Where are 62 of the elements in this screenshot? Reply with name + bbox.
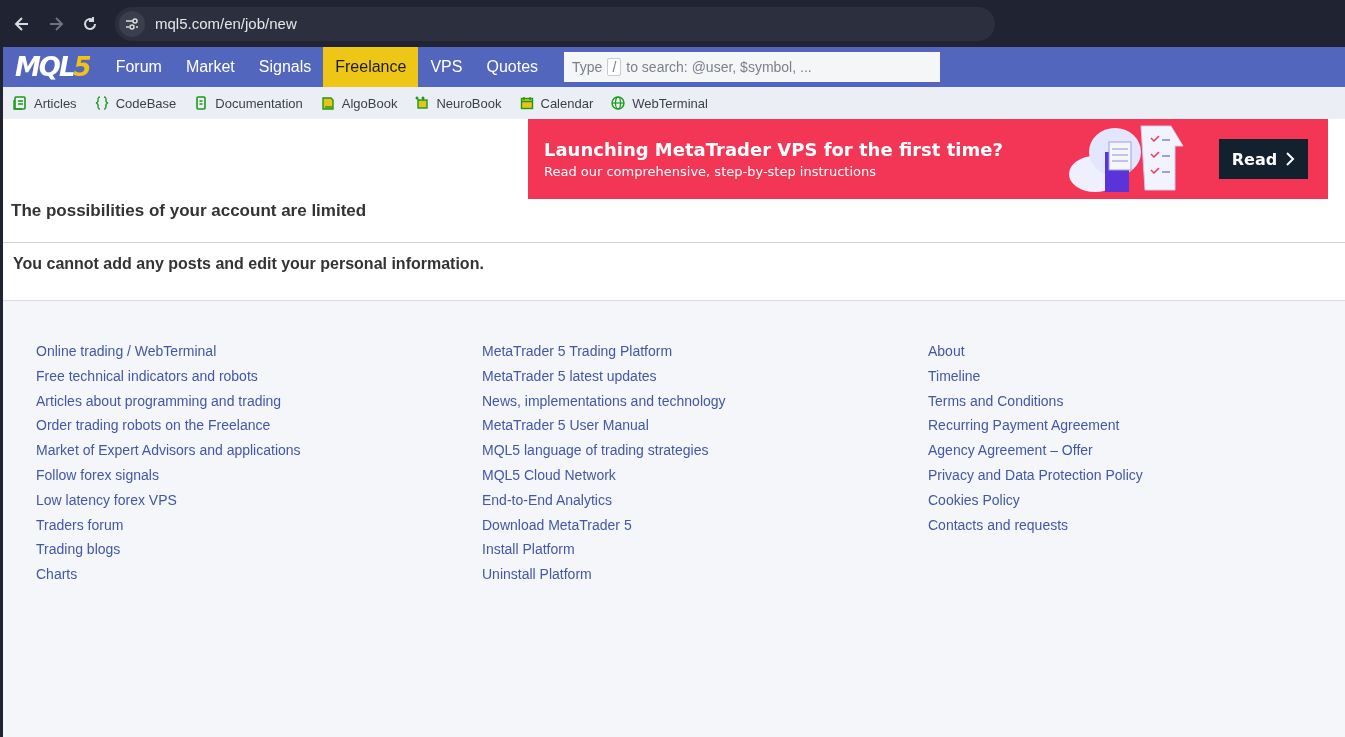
footer-link[interactable]: MQL5 language of trading strategies (482, 438, 928, 463)
nav-tab[interactable]: Freelance (323, 47, 419, 87)
footer-link[interactable]: Charts (36, 562, 482, 587)
search-field[interactable]: Type / to search: @user, $symbol, ... (564, 52, 941, 82)
subnav-link[interactable]: Articles (34, 95, 77, 111)
document-icon (194, 96, 209, 110)
reload-icon[interactable] (81, 14, 99, 33)
footer-link[interactable]: MetaTrader 5 latest updates (482, 363, 928, 389)
subnav-link[interactable]: WebTerminal (632, 95, 708, 111)
footer-link[interactable]: Order trading robots on the Freelance (36, 413, 482, 439)
footer-link[interactable]: Install Platform (482, 537, 928, 563)
footer-link[interactable]: Uninstall Platform (482, 562, 928, 587)
banner-title: Launching MetaTrader VPS for the first time? (544, 139, 1004, 160)
footer-link[interactable]: End-to-End Analytics (482, 487, 928, 513)
footer-link[interactable]: MetaTrader 5 Trading Platform (482, 339, 928, 364)
footer-link[interactable]: Cookies Policy (928, 487, 1345, 513)
site-settings-icon[interactable] (119, 10, 145, 37)
footer-link[interactable]: Market of Expert Advisors and applications (36, 438, 482, 463)
promo-banner[interactable]: Launching MetaTrader VPS for the first time? Read our comprehensive, step-by-step instructions Read (528, 119, 1328, 199)
mql5-logo[interactable]: MQL5 (15, 52, 90, 82)
footer-link[interactable]: Agency Agreement – Offer (928, 438, 1345, 463)
globe-icon (611, 96, 626, 110)
footer-link[interactable]: About (928, 339, 1345, 364)
footer-link[interactable]: Trading blogs (36, 537, 482, 563)
footer-link[interactable]: Contacts and requests (928, 512, 1345, 538)
notice-text: You cannot add any posts and edit your personal information. (12, 254, 485, 274)
footer-link[interactable]: Timeline (928, 363, 1345, 389)
footer-link[interactable]: MetaTrader 5 User Manual (482, 413, 928, 439)
subnav-link[interactable]: NeuroBook (436, 95, 502, 111)
footer-link[interactable]: News, implementations and technology (482, 388, 928, 414)
footer-link[interactable]: Terms and Conditions (928, 388, 1345, 414)
nav-tab[interactable]: Forum (103, 47, 174, 87)
footer-link[interactable]: Free technical indicators and robots (36, 363, 482, 389)
footer-link[interactable]: Download MetaTrader 5 (482, 512, 928, 538)
footer-link[interactable]: MQL5 Cloud Network (482, 463, 928, 488)
subnav-link[interactable]: AlgoBook (341, 95, 398, 111)
page-heading: The possibilities of your account are limited (11, 201, 367, 221)
book-icon (320, 96, 335, 110)
banner-subtitle: Read our comprehensive, step-by-step instructions (544, 164, 877, 179)
footer-link[interactable]: Traders forum (36, 512, 482, 538)
forward-icon[interactable] (47, 14, 65, 33)
back-icon[interactable] (13, 14, 31, 33)
subnav-link[interactable]: Calendar (540, 95, 594, 111)
calendar-icon (519, 96, 534, 110)
subnav-link[interactable]: CodeBase (115, 95, 177, 111)
read-button[interactable]: Read (1219, 139, 1308, 179)
nav-tab[interactable]: Quotes (474, 47, 551, 87)
nav-tab[interactable]: VPS (418, 47, 475, 87)
subnav-link[interactable]: Documentation (215, 95, 303, 111)
braces-icon (94, 96, 109, 110)
address-bar-url[interactable]: mql5.com/en/job/new (155, 15, 297, 32)
nav-tab[interactable]: Market (173, 47, 247, 87)
footer-link[interactable]: Articles about programming and trading (36, 388, 482, 414)
footer-link[interactable]: Privacy and Data Protection Policy (928, 463, 1345, 488)
footer-link[interactable]: Follow forex signals (36, 463, 482, 488)
footer-link[interactable]: Online trading / WebTerminal (36, 339, 482, 364)
circuit-book-icon (415, 96, 430, 110)
footer-link[interactable]: Low latency forex VPS (36, 487, 482, 513)
articles-icon (13, 96, 27, 110)
footer-link[interactable]: Recurring Payment Agreement (928, 413, 1345, 439)
nav-tab[interactable]: Signals (246, 47, 324, 87)
chevron-right-icon (1285, 152, 1296, 166)
